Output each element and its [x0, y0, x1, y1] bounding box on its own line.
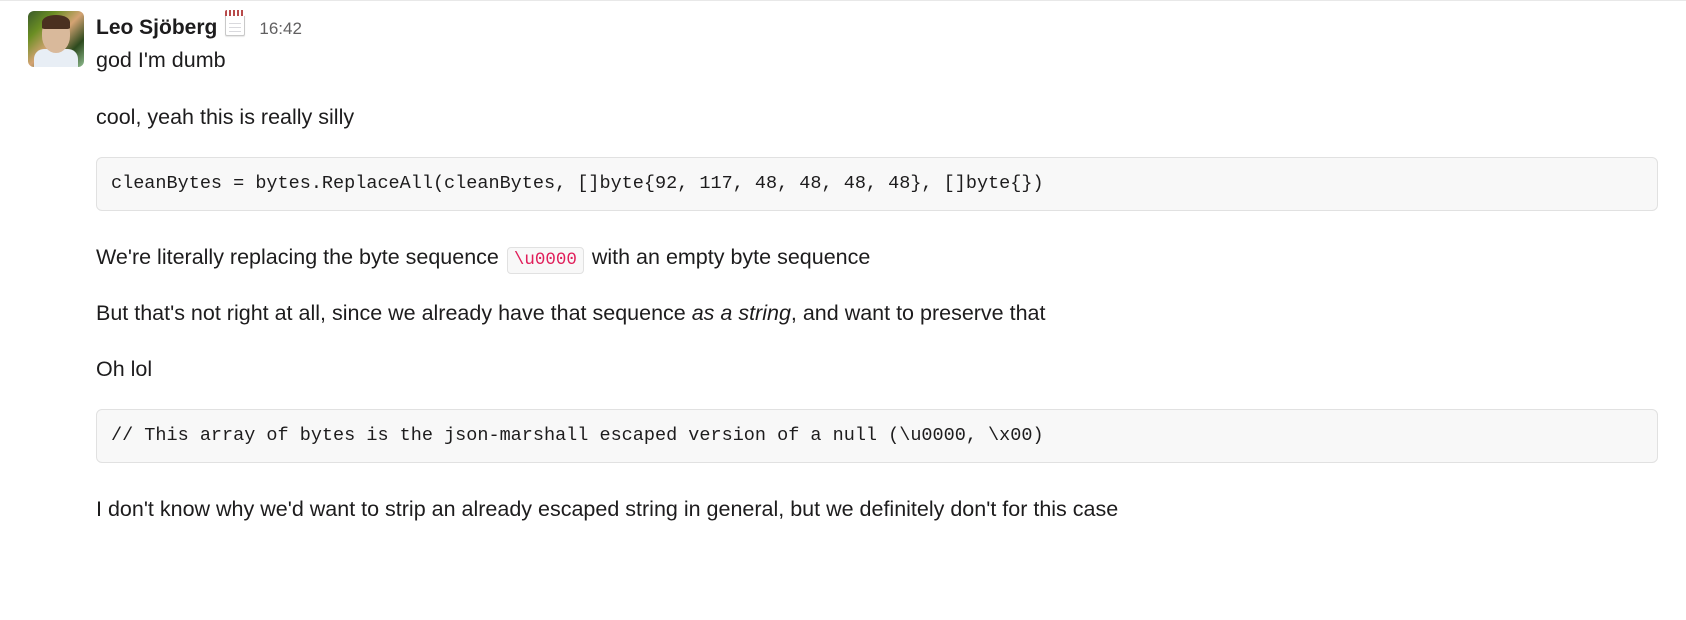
- code-block: cleanBytes = bytes.ReplaceAll(cleanBytes…: [96, 157, 1658, 211]
- message-text: We're literally replacing the byte seque…: [96, 241, 1658, 273]
- code-block: // This array of bytes is the json-marsh…: [96, 409, 1658, 463]
- inline-code: \u0000: [507, 247, 584, 274]
- text-segment: with an empty byte sequence: [586, 245, 870, 269]
- avatar-image: [28, 11, 84, 67]
- text-segment: But that's not right at all, since we al…: [96, 301, 692, 325]
- message-text: I don't know why we'd want to strip an a…: [96, 493, 1658, 525]
- user-avatar[interactable]: [28, 11, 84, 533]
- text-emphasis: as a string: [692, 301, 791, 325]
- username[interactable]: Leo Sjöberg: [96, 13, 217, 42]
- message-header: Leo Sjöberg 16:42: [96, 11, 1658, 42]
- message-text: Oh lol: [96, 353, 1658, 385]
- message-text: god I'm dumb: [96, 44, 1658, 76]
- chat-message: Leo Sjöberg 16:42 god I'm dumb cool, yea…: [0, 0, 1686, 543]
- message-text: cool, yeah this is really silly: [96, 101, 1658, 133]
- message-timestamp[interactable]: 16:42: [259, 19, 302, 39]
- text-segment: We're literally replacing the byte seque…: [96, 245, 505, 269]
- status-emoji-notepad-icon[interactable]: [223, 13, 247, 37]
- message-text: But that's not right at all, since we al…: [96, 297, 1658, 329]
- text-segment: , and want to preserve that: [791, 301, 1046, 325]
- message-content: Leo Sjöberg 16:42 god I'm dumb cool, yea…: [96, 11, 1658, 533]
